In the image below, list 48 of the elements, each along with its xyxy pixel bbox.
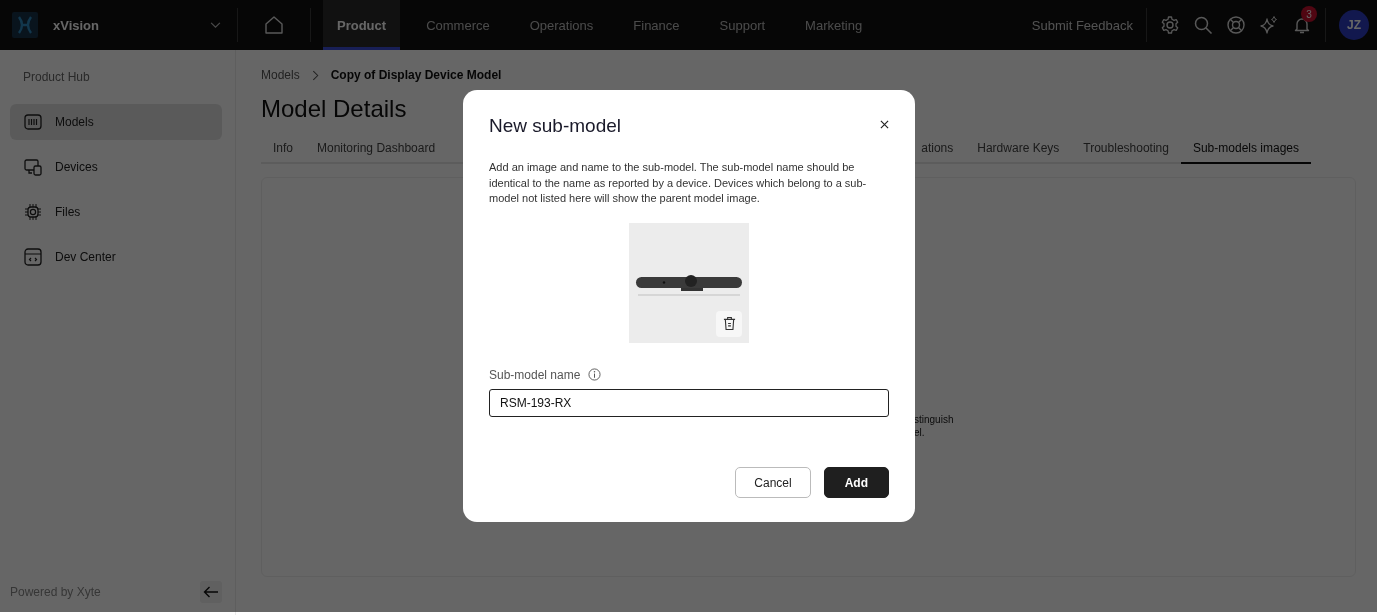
field-label: Sub-model name (489, 367, 581, 382)
add-button[interactable]: Add (823, 467, 889, 498)
text-fragment: stinguish (914, 413, 955, 426)
chip-icon (23, 202, 43, 222)
sparkle-icon[interactable] (1259, 15, 1279, 35)
nav-tab[interactable]: Marketing (791, 0, 877, 50)
sidebar-item[interactable]: Models (10, 104, 222, 140)
tab[interactable]: Troubleshooting (1071, 137, 1181, 164)
app-name: xVision (53, 17, 100, 33)
trash-icon[interactable] (722, 316, 736, 331)
sidebar-item[interactable]: Devices (10, 149, 222, 185)
tab[interactable]: Sub-models images (1180, 137, 1311, 164)
logo-icon (12, 12, 38, 38)
breadcrumb-current: Copy of Display Device Model (330, 68, 502, 82)
home-icon[interactable] (264, 15, 284, 35)
nav-tab[interactable]: Operations (515, 0, 608, 50)
cancel-button[interactable]: Cancel (735, 467, 811, 498)
nav-tab[interactable]: Product (323, 0, 401, 50)
code-window-icon (23, 247, 43, 267)
chevron-down-icon[interactable] (210, 21, 221, 29)
tab[interactable]: Hardware Keys (965, 137, 1072, 164)
nav-tab[interactable]: Commerce (412, 0, 504, 50)
dialog-description: Add an image and name to the sub-model. The sub-model name should be identical to the name as reported by a device. Devices which belong to a sub-model not listed here will show the parent model image. (489, 160, 868, 206)
search-icon[interactable] (1193, 15, 1213, 35)
sub-model-name-input[interactable]: RSM-193-RX (489, 388, 889, 417)
sidebar-title: Product Hub (22, 70, 91, 84)
nav-tab[interactable]: Finance (619, 0, 694, 50)
sidebar-item[interactable]: Files (10, 194, 222, 230)
info-icon[interactable] (588, 368, 602, 381)
settings-icon[interactable] (1160, 15, 1180, 35)
delete-image-button[interactable] (716, 310, 742, 337)
sidebar-item[interactable]: Dev Center (10, 239, 222, 275)
collapse-sidebar-button[interactable] (200, 581, 222, 603)
lifebuoy-icon[interactable] (1226, 15, 1246, 35)
submit-feedback-link[interactable]: Submit Feedback (1031, 17, 1133, 33)
user-avatar[interactable]: JZ (1339, 10, 1369, 40)
breadcrumb-link[interactable]: Models (261, 68, 300, 82)
devices-icon (23, 157, 43, 177)
page-title: Model Details (261, 95, 408, 123)
close-icon[interactable] (880, 120, 889, 129)
dialog-title: New sub-model (489, 115, 621, 137)
barcode-icon (23, 112, 43, 132)
nav-tab[interactable]: Support (705, 0, 780, 50)
tab[interactable]: Info (261, 137, 305, 164)
tab[interactable]: ations (921, 137, 966, 164)
chevron-right-icon (311, 69, 319, 81)
tab[interactable]: Monitoring Dashboard (305, 137, 448, 164)
notification-count-badge: 3 (1301, 6, 1317, 22)
